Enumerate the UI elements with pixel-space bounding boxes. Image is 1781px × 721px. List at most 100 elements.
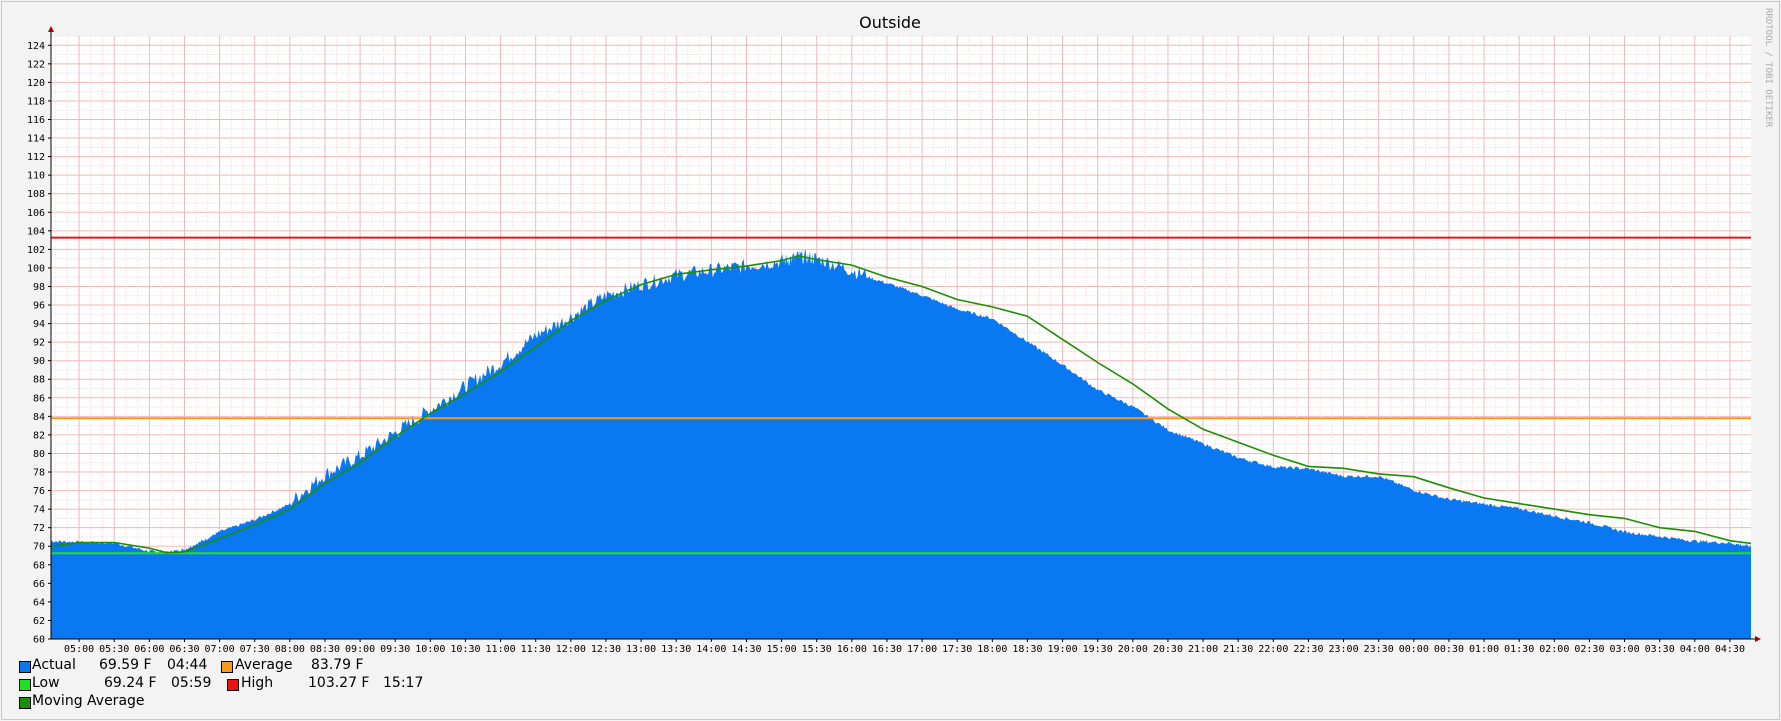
y-tick-label: 98 (33, 282, 45, 293)
y-tick-label: 114 (27, 134, 45, 145)
y-tick-label: 106 (27, 208, 45, 219)
x-tick-label: 23:00 (1329, 644, 1359, 655)
x-tick-label: 02:00 (1539, 644, 1569, 655)
x-tick-label: 18:30 (1012, 644, 1042, 655)
x-tick-label: 21:00 (1188, 644, 1218, 655)
y-tick-label: 124 (27, 41, 45, 52)
legend-label-actual: Actual (32, 657, 76, 673)
y-tick-label: 94 (33, 319, 45, 330)
y-tick-label: 86 (33, 393, 45, 404)
x-tick-label: 11:30 (521, 644, 551, 655)
legend-value-high: 103.27 F (308, 675, 370, 691)
y-tick-label: 80 (33, 449, 45, 460)
y-tick-label: 90 (33, 356, 45, 367)
y-tick-label: 88 (33, 375, 45, 386)
rrdtool-watermark: RRDTOOL / TOBI OETIKER (1763, 8, 1773, 128)
legend-value-low: 69.24 F (104, 675, 157, 691)
x-tick-label: 14:00 (696, 644, 726, 655)
y-tick-label: 78 (33, 468, 45, 479)
x-tick-label: 08:00 (275, 644, 305, 655)
legend-swatch-low (19, 679, 31, 691)
x-tick-label: 04:00 (1680, 644, 1710, 655)
x-tick-label: 07:30 (240, 644, 270, 655)
y-tick-label: 104 (27, 226, 45, 237)
y-tick-label: 102 (27, 245, 45, 256)
y-tick-label: 120 (27, 78, 45, 89)
y-axis-arrow (48, 26, 54, 32)
legend-label-high: High (241, 675, 274, 691)
x-tick-label: 20:30 (1153, 644, 1183, 655)
y-tick-label: 60 (33, 635, 45, 646)
x-tick-label: 04:30 (1715, 644, 1745, 655)
x-tick-label: 05:00 (64, 644, 94, 655)
y-tick-label: 70 (33, 542, 45, 553)
x-tick-label: 22:30 (1293, 644, 1323, 655)
y-tick-label: 108 (27, 189, 45, 200)
x-axis-arrow (1755, 636, 1761, 642)
x-tick-label: 10:00 (415, 644, 445, 655)
x-tick-label: 18:00 (977, 644, 1007, 655)
x-tick-label: 15:00 (767, 644, 797, 655)
x-tick-label: 03:00 (1609, 644, 1639, 655)
x-tick-label: 23:30 (1364, 644, 1394, 655)
x-tick-label: 14:30 (731, 644, 761, 655)
y-tick-label: 76 (33, 486, 45, 497)
legend-value-actual: 69.59 F (99, 657, 152, 673)
legend-label-moving-average: Moving Average (32, 693, 145, 709)
y-tick-label: 66 (33, 579, 45, 590)
x-tick-label: 02:30 (1574, 644, 1604, 655)
legend-time-low: 05:59 (171, 675, 212, 691)
x-tick-label: 15:30 (802, 644, 832, 655)
y-tick-label: 84 (33, 412, 45, 423)
x-tick-label: 11:00 (486, 644, 516, 655)
x-tick-label: 09:00 (345, 644, 375, 655)
y-tick-label: 96 (33, 301, 45, 312)
legend-swatch-actual (19, 661, 31, 673)
x-tick-label: 03:30 (1645, 644, 1675, 655)
x-tick-label: 13:30 (661, 644, 691, 655)
x-tick-label: 19:30 (1083, 644, 1113, 655)
x-tick-label: 09:30 (380, 644, 410, 655)
y-tick-label: 110 (27, 171, 45, 182)
x-tick-label: 01:00 (1469, 644, 1499, 655)
x-tick-label: 07:00 (205, 644, 235, 655)
x-tick-label: 21:30 (1223, 644, 1253, 655)
legend-swatch-moving-average (19, 697, 31, 709)
legend-time-actual: 04:44 (167, 657, 208, 673)
x-tick-label: 22:00 (1258, 644, 1288, 655)
y-tick-label: 82 (33, 430, 45, 441)
x-tick-label: 19:00 (1048, 644, 1078, 655)
x-tick-label: 08:30 (310, 644, 340, 655)
x-tick-label: 06:30 (169, 644, 199, 655)
x-tick-label: 06:00 (134, 644, 164, 655)
x-tick-label: 16:00 (837, 644, 867, 655)
y-tick-label: 74 (33, 505, 45, 516)
x-tick-label: 05:30 (99, 644, 129, 655)
legend-label-average: Average (235, 657, 293, 673)
y-tick-label: 62 (33, 616, 45, 627)
x-tick-label: 13:00 (626, 644, 656, 655)
x-tick-label: 17:30 (942, 644, 972, 655)
legend-value-average: 83.79 F (311, 657, 364, 673)
chart-title: Outside (859, 13, 921, 32)
y-tick-label: 68 (33, 560, 45, 571)
x-tick-label: 00:30 (1434, 644, 1464, 655)
x-tick-label: 00:00 (1399, 644, 1429, 655)
x-tick-label: 12:00 (556, 644, 586, 655)
legend-label-low: Low (32, 675, 60, 691)
y-tick-label: 112 (27, 152, 45, 163)
legend-time-high: 15:17 (383, 675, 424, 691)
x-tick-label: 16:30 (872, 644, 902, 655)
x-tick-label: 17:00 (907, 644, 937, 655)
y-tick-label: 116 (27, 115, 45, 126)
y-tick-label: 122 (27, 59, 45, 70)
y-tick-label: 92 (33, 338, 45, 349)
y-tick-label: 64 (33, 597, 45, 608)
y-tick-label: 100 (27, 263, 45, 274)
legend-swatch-average (221, 661, 233, 673)
y-tick-label: 72 (33, 523, 45, 534)
x-tick-label: 10:30 (450, 644, 480, 655)
chart-canvas: 60 62 64 66 68 70 72 74 76 78 80 82 84 86 88 90 92 94 96 98… (27, 8, 1773, 655)
legend-swatch-high (227, 679, 239, 691)
x-tick-label: 12:30 (591, 644, 621, 655)
